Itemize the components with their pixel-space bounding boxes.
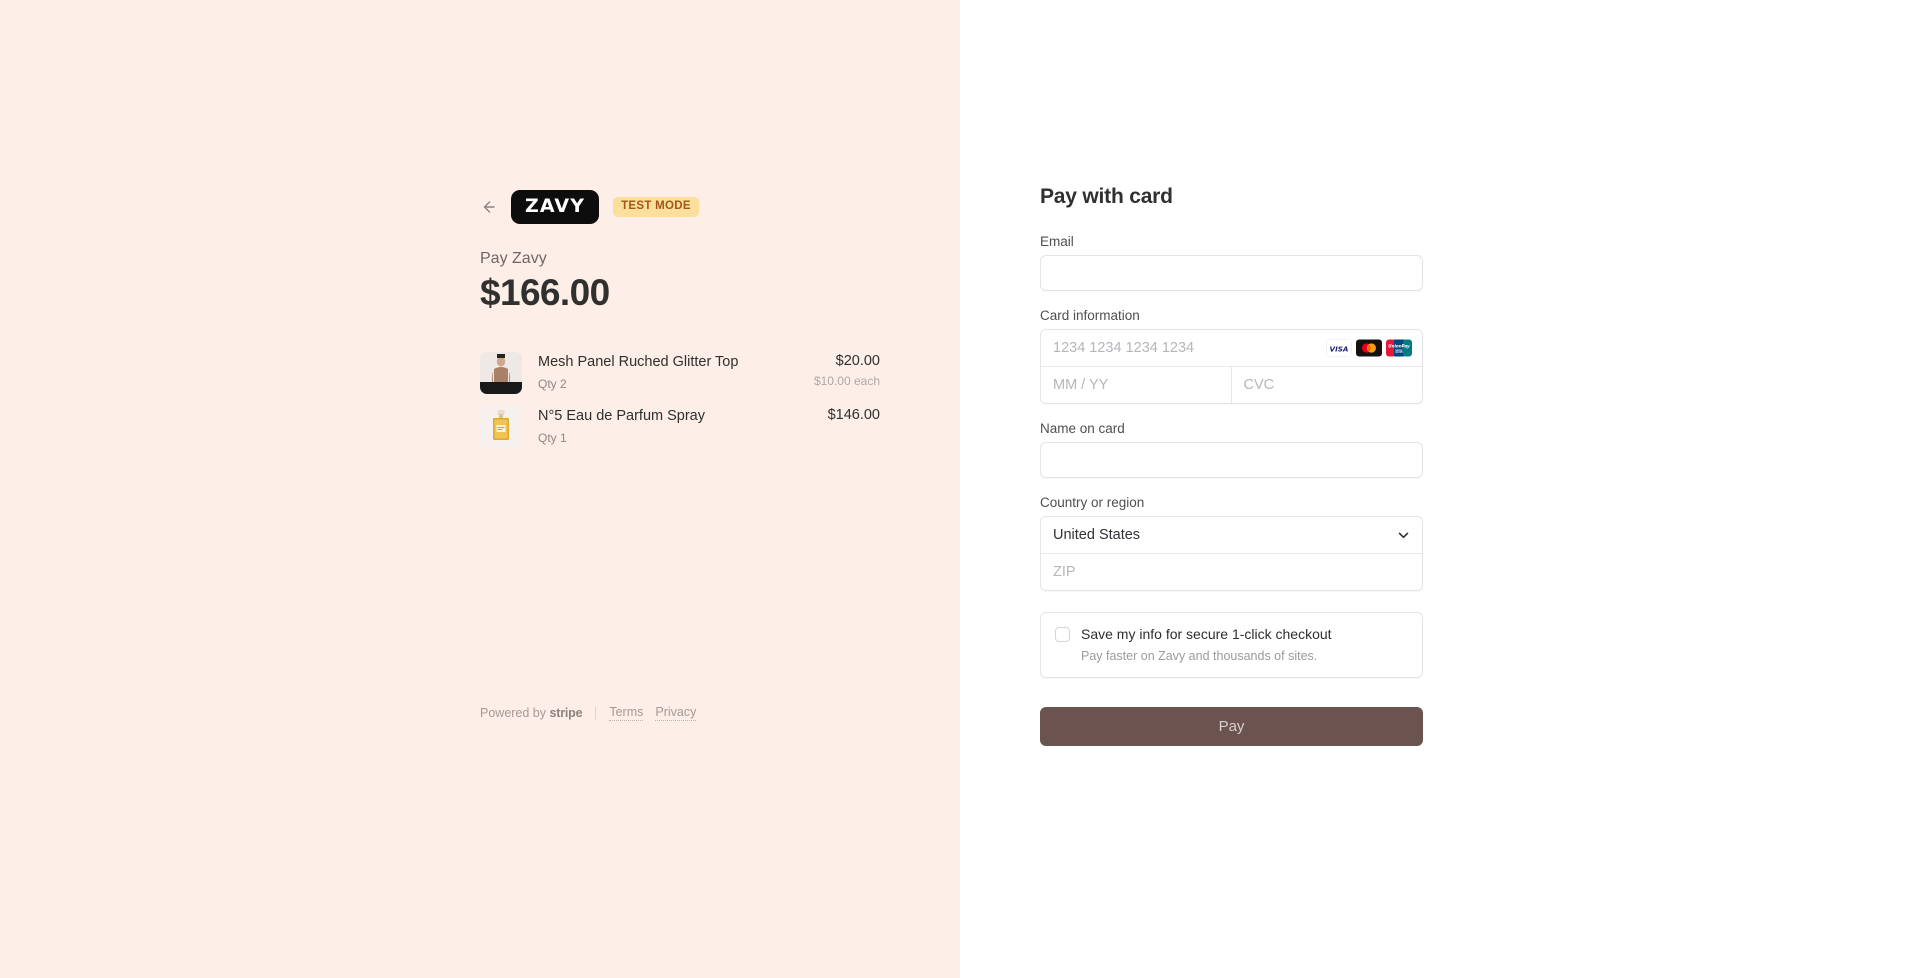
powered-by-text: Powered by — [480, 706, 550, 720]
checkout-page: ZAVY TEST MODE Pay Zavy $166.00 Mesh Pan… — [0, 0, 1920, 978]
footer: Powered by stripe Terms Privacy — [480, 705, 697, 721]
page-title: Pay with card — [1040, 185, 1173, 208]
save-info-subtitle: Pay faster on Zavy and thousands of site… — [1081, 648, 1318, 663]
product-name: N°5 Eau de Parfum Spray — [538, 408, 705, 424]
powered-by-stripe: Powered by stripe — [480, 706, 583, 720]
country-zip-box — [1040, 516, 1423, 591]
product-details: N°5 Eau de Parfum Spray Qty 1 — [538, 406, 828, 445]
payment-form: Pay with card Email Card information VIS… — [1040, 185, 1423, 746]
save-info-checkbox[interactable] — [1055, 627, 1070, 642]
stripe-wordmark: stripe — [549, 706, 583, 720]
name-field-group: Name on card — [1040, 421, 1423, 478]
country-select[interactable] — [1041, 517, 1422, 553]
save-info-text: Save my info for secure 1-click checkout… — [1081, 626, 1332, 663]
pay-merchant-label: Pay Zavy — [480, 250, 547, 267]
product-qty: Qty 2 — [538, 376, 567, 391]
expiry-cell — [1041, 367, 1232, 403]
email-field-group: Email — [1040, 234, 1423, 291]
country-label: Country or region — [1040, 495, 1145, 510]
product-price: $146.00 — [827, 407, 880, 423]
list-item: N°5 Eau de Parfum Spray Qty 1 $146.00 — [480, 406, 880, 448]
save-info-box[interactable]: Save my info for secure 1-click checkout… — [1040, 612, 1423, 678]
footer-divider — [595, 706, 597, 720]
line-items-list: Mesh Panel Ruched Glitter Top Qty 2 $20.… — [480, 352, 880, 460]
country-select-wrap — [1041, 517, 1422, 553]
product-price: $20.00 — [835, 353, 880, 369]
zip-input[interactable] — [1041, 554, 1422, 590]
card-information-label: Card information — [1040, 308, 1140, 323]
privacy-link[interactable]: Privacy — [655, 705, 697, 721]
pay-button[interactable]: Pay — [1040, 706, 1423, 746]
arrow-left-icon[interactable] — [480, 199, 496, 215]
card-cvc-input[interactable] — [1231, 367, 1422, 403]
product-thumbnail — [480, 352, 522, 394]
order-summary-panel: ZAVY TEST MODE Pay Zavy $166.00 Mesh Pan… — [0, 0, 960, 978]
card-field-group: Card information VISA — [1040, 308, 1423, 404]
card-brand-icons: VISA UnionPay 银联 — [1326, 339, 1412, 357]
test-mode-badge: TEST MODE — [613, 197, 699, 217]
zip-wrap — [1041, 553, 1422, 590]
product-details: Mesh Panel Ruched Glitter Top Qty 2 — [538, 352, 814, 391]
merchant-header: ZAVY TEST MODE — [480, 190, 699, 224]
product-pricing: $146.00 — [828, 406, 880, 428]
save-info-title: Save my info for secure 1-click checkout — [1081, 626, 1332, 642]
product-name: Mesh Panel Ruched Glitter Top — [538, 354, 739, 370]
email-label: Email — [1040, 234, 1074, 249]
merchant-logo[interactable]: ZAVY — [511, 190, 600, 224]
visa-icon: VISA — [1326, 339, 1352, 357]
terms-link[interactable]: Terms — [609, 705, 644, 721]
mastercard-icon — [1356, 339, 1382, 357]
name-on-card-input[interactable] — [1040, 442, 1423, 478]
product-qty: Qty 1 — [538, 430, 567, 445]
product-thumbnail — [480, 406, 522, 448]
product-pricing: $20.00 $10.00 each — [814, 352, 880, 388]
payment-form-panel: Pay with card Email Card information VIS… — [960, 0, 1920, 978]
card-information-box: VISA — [1040, 329, 1423, 404]
name-on-card-label: Name on card — [1040, 421, 1125, 436]
total-amount: $166.00 — [480, 272, 610, 313]
cvc-cell — [1231, 367, 1422, 403]
apparel-photo-icon — [480, 352, 522, 394]
list-item: Mesh Panel Ruched Glitter Top Qty 2 $20.… — [480, 352, 880, 394]
card-expiry-input[interactable] — [1041, 367, 1231, 403]
product-unit-price: $10.00 each — [813, 374, 880, 388]
card-expiry-cvc-row — [1041, 366, 1422, 403]
svg-text:银联: 银联 — [1395, 348, 1403, 354]
svg-text:VISA: VISA — [1330, 345, 1349, 354]
country-field-group: Country or region — [1040, 495, 1423, 591]
card-number-row: VISA — [1041, 330, 1422, 366]
unionpay-icon: UnionPay 银联 — [1386, 339, 1412, 357]
email-input[interactable] — [1040, 255, 1423, 291]
perfume-photo-icon — [480, 406, 522, 448]
